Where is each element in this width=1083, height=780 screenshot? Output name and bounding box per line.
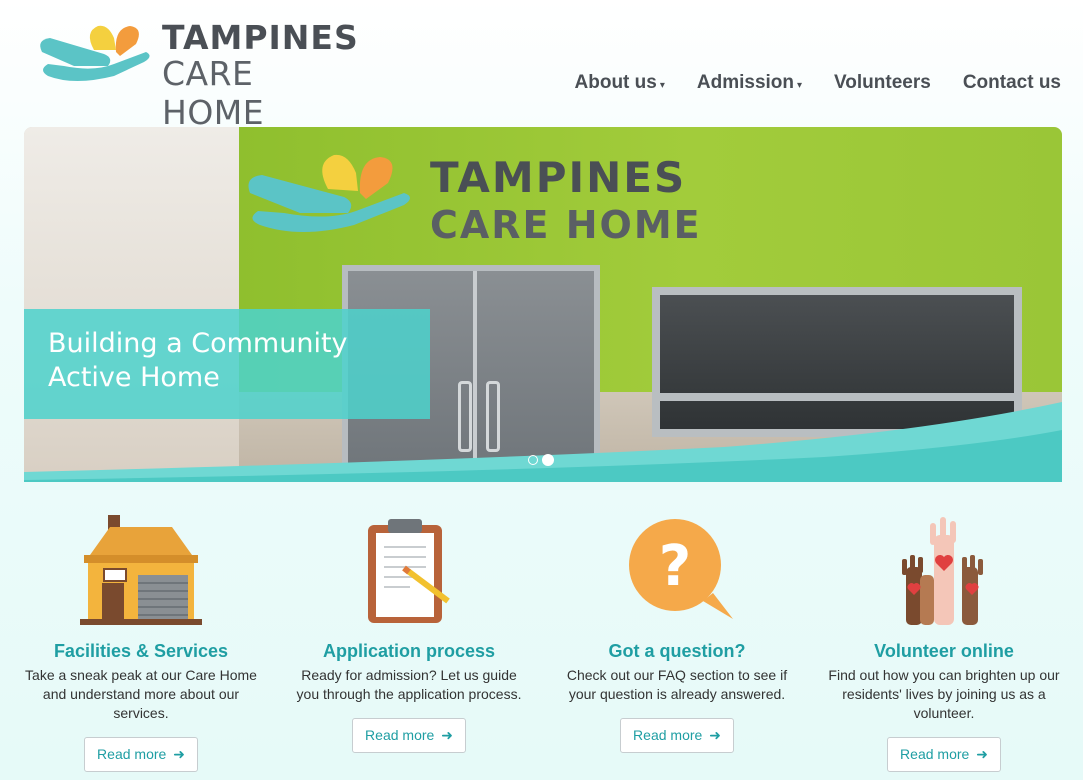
arrow-right-icon: ➜: [705, 727, 721, 743]
nav-label: Volunteers: [834, 72, 931, 93]
house-icon: [80, 515, 202, 625]
feature-volunteer: Volunteer online Find out how you can br…: [824, 515, 1064, 772]
features-section: Facilities & Services Take a sneak peak …: [0, 515, 1083, 780]
nav-label: Contact us: [962, 72, 1061, 93]
hero-caption-line2: Active Home: [48, 362, 220, 393]
logo-title: TAMPINES: [162, 18, 359, 57]
clipboard-icon: [368, 519, 450, 623]
caret-down-icon: ▾: [797, 79, 803, 91]
nav-label: Admission: [696, 72, 794, 93]
arrow-right-icon: ➜: [972, 746, 988, 762]
nav-label: About us: [574, 72, 657, 93]
question-bubble-icon: ?: [629, 519, 733, 619]
hero-caption-line1: Building a Community: [48, 328, 348, 359]
hero-sign-subtitle: CARE HOME: [430, 203, 702, 247]
feature-title: Volunteer online: [874, 641, 1014, 661]
button-label: Read more: [365, 727, 435, 743]
svg-text:?: ?: [659, 534, 691, 599]
feature-description: Ready for admission? Let us guide you th…: [296, 667, 522, 702]
read-more-button[interactable]: Read more ➜: [887, 737, 1001, 772]
feature-faq: ? Got a question? Check out our FAQ sect…: [557, 515, 797, 753]
read-more-button[interactable]: Read more ➜: [84, 737, 198, 772]
hero-wave-decoration: [24, 402, 1062, 482]
nav-volunteers[interactable]: Volunteers: [834, 72, 931, 94]
feature-facilities: Facilities & Services Take a sneak peak …: [21, 515, 261, 772]
sign-logo-icon: [248, 154, 410, 232]
feature-description: Find out how you can brighten up our res…: [828, 667, 1060, 721]
raised-hands-icon: [902, 517, 983, 625]
feature-title: Application process: [322, 641, 496, 661]
heart-hand-logo-icon: [40, 25, 150, 81]
feature-description: Take a sneak peak at our Care Home and u…: [25, 667, 257, 721]
hero-carousel[interactable]: TAMPINES CARE HOME Building a Community …: [24, 127, 1062, 482]
hero-sign-title: TAMPINES: [430, 153, 687, 202]
caret-down-icon: ▾: [659, 79, 665, 91]
carousel-indicators: [528, 454, 554, 466]
button-label: Read more: [97, 746, 167, 762]
button-label: Read more: [900, 746, 970, 762]
carousel-dot-2[interactable]: [542, 454, 554, 466]
feature-description: Check out our FAQ section to see if your…: [566, 667, 788, 702]
logo-subtitle: CARE HOME: [162, 54, 265, 132]
feature-application: Application process Ready for admission?…: [289, 515, 529, 753]
button-label: Read more: [633, 727, 703, 743]
feature-title: Got a question?: [608, 641, 746, 661]
read-more-button[interactable]: Read more ➜: [352, 718, 466, 753]
main-nav: About us ▾ Admission ▾ Volunteers Contac…: [575, 72, 1061, 94]
feature-title: Facilities & Services: [53, 641, 229, 661]
carousel-dot-1[interactable]: [528, 455, 538, 465]
arrow-right-icon: ➜: [169, 746, 185, 762]
nav-about-us[interactable]: About us ▾: [575, 72, 665, 94]
read-more-button[interactable]: Read more ➜: [620, 718, 734, 753]
site-logo[interactable]: TAMPINES CARE HOME: [34, 14, 364, 132]
arrow-right-icon: ➜: [437, 727, 453, 743]
nav-contact-us[interactable]: Contact us: [963, 72, 1061, 94]
nav-admission[interactable]: Admission ▾: [697, 72, 802, 94]
